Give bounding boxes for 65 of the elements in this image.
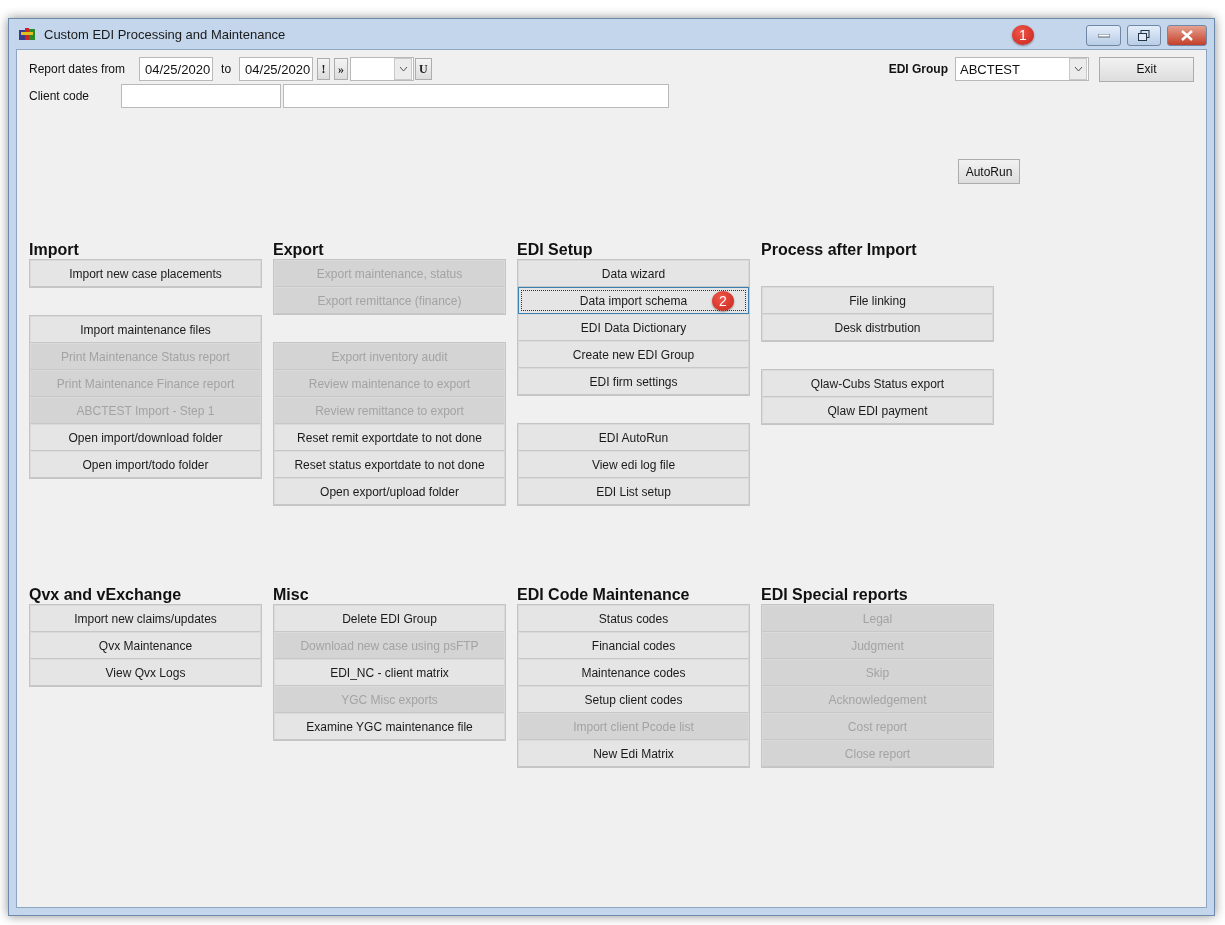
action-button[interactable]: Reset status exportdate to not done [274, 451, 505, 478]
action-button[interactable]: Maintenance codes [518, 659, 749, 686]
action-button[interactable]: Open import/todo folder [30, 451, 261, 478]
action-button[interactable]: Create new EDI Group [518, 341, 749, 368]
client-name-field[interactable] [283, 84, 669, 108]
action-button[interactable]: View edi log file [518, 451, 749, 478]
date-field[interactable]: 04/25/2020 [239, 57, 314, 81]
bang-button[interactable]: ! [317, 58, 331, 80]
range-dropdown[interactable] [350, 57, 415, 81]
section-title: Misc [273, 586, 310, 604]
action-button[interactable]: New Edi Matrix [518, 740, 749, 767]
action-button[interactable]: EDI AutoRun [518, 424, 749, 451]
action-button[interactable]: View Qvx Logs [30, 659, 261, 686]
forward-button[interactable]: » [334, 58, 349, 80]
action-button[interactable]: Import new claims/updates [30, 605, 261, 632]
section-title: EDI Code Maintenance [517, 586, 691, 604]
app-icon [18, 26, 36, 42]
edi-group-label: EDI Group [888, 62, 948, 76]
action-button[interactable]: EDI List setup [518, 478, 749, 505]
section-title: EDI Setup [517, 241, 594, 259]
action-button[interactable]: File linking [762, 287, 993, 314]
action-button[interactable]: Qlaw-Cubs Status export [762, 370, 993, 397]
callout-badge: 2 [712, 291, 734, 311]
minimize-button[interactable] [1086, 25, 1121, 46]
action-button[interactable]: Open import/download folder [30, 424, 261, 451]
autorun-button[interactable]: AutoRun [958, 159, 1020, 184]
window-title: Custom EDI Processing and Maintenance [44, 26, 286, 42]
section-title: Import [29, 241, 80, 259]
chevron-down-icon [1073, 66, 1083, 72]
dates-label: Report dates from [29, 62, 126, 76]
action-button[interactable]: Reset remit exportdate to not done [274, 424, 505, 451]
date-field[interactable]: 04/25/2020 [139, 57, 214, 81]
edi-group-dropdown[interactable]: ABCTEST [955, 57, 1089, 81]
action-button[interactable]: Open export/upload folder [274, 478, 505, 505]
close-icon [1181, 30, 1193, 41]
action-button[interactable]: Desk distrbution [762, 314, 993, 341]
u-button[interactable]: U [415, 58, 432, 80]
chevron-down-icon [398, 66, 408, 72]
section-title: Process after Import [761, 241, 918, 259]
close-button[interactable] [1167, 25, 1207, 46]
section-title: EDI Special reports [761, 586, 909, 604]
client-code-field[interactable] [121, 84, 281, 108]
action-button[interactable]: Import maintenance files [30, 316, 261, 343]
action-button[interactable]: Data wizard [518, 260, 749, 287]
minimize-icon [1097, 33, 1110, 38]
section-title: Qvx and vExchange [29, 586, 183, 604]
restore-button[interactable] [1127, 25, 1161, 46]
callout-badge: 1 [1012, 25, 1034, 45]
restore-icon [1138, 30, 1150, 41]
action-button[interactable]: EDI Data Dictionary [518, 314, 749, 341]
action-button[interactable]: Financial codes [518, 632, 749, 659]
client-code-label: Client code [29, 89, 91, 103]
exit-button[interactable]: Exit [1099, 56, 1194, 82]
action-button[interactable]: Status codes [518, 605, 749, 632]
action-button[interactable]: EDI firm settings [518, 368, 749, 395]
action-button[interactable]: Import new case placements [30, 260, 261, 287]
action-button[interactable]: Data import schema 2 [518, 287, 749, 314]
action-button[interactable]: Examine YGC maintenance file [274, 713, 505, 740]
action-button[interactable]: Qvx Maintenance [30, 632, 261, 659]
action-button[interactable]: EDI_NC - client matrix [274, 659, 505, 686]
to-label: to [221, 62, 232, 76]
action-button[interactable]: Delete EDI Group [274, 605, 505, 632]
section-title: Export [273, 241, 325, 259]
action-button[interactable]: Qlaw EDI payment [762, 397, 993, 424]
action-button[interactable]: Setup client codes [518, 686, 749, 713]
